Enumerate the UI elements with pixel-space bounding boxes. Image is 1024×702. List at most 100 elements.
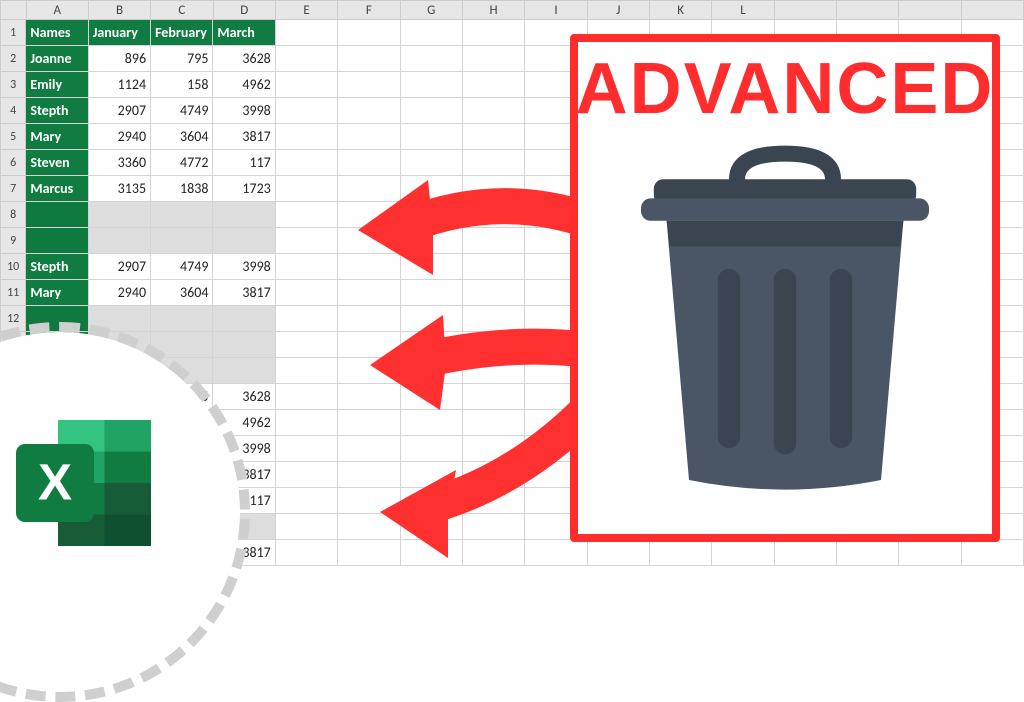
cell[interactable]: 3604 bbox=[151, 124, 213, 150]
cell[interactable] bbox=[338, 332, 400, 358]
row-number[interactable]: 8 bbox=[0, 202, 26, 228]
select-all-corner[interactable] bbox=[0, 0, 27, 20]
cell[interactable] bbox=[401, 228, 463, 254]
cell[interactable] bbox=[338, 72, 400, 98]
cell[interactable]: 3628 bbox=[213, 46, 275, 72]
cell[interactable] bbox=[401, 176, 463, 202]
cell[interactable] bbox=[89, 202, 151, 228]
cell[interactable] bbox=[463, 332, 525, 358]
cell[interactable]: February bbox=[151, 20, 213, 46]
cell[interactable] bbox=[401, 280, 463, 306]
cell[interactable] bbox=[276, 280, 338, 306]
row-number[interactable]: 4 bbox=[0, 98, 26, 124]
cell[interactable]: Names bbox=[26, 20, 88, 46]
cell[interactable] bbox=[525, 540, 587, 566]
cell[interactable] bbox=[463, 306, 525, 332]
column-header[interactable]: C bbox=[151, 0, 213, 20]
cell[interactable]: Stepth bbox=[26, 254, 88, 280]
column-header[interactable] bbox=[837, 0, 899, 20]
cell[interactable] bbox=[401, 150, 463, 176]
cell[interactable] bbox=[276, 358, 338, 384]
cell[interactable] bbox=[401, 540, 463, 566]
cell[interactable] bbox=[151, 306, 213, 332]
cell[interactable]: 2907 bbox=[89, 254, 151, 280]
cell[interactable] bbox=[463, 150, 525, 176]
cell[interactable] bbox=[463, 176, 525, 202]
cell[interactable] bbox=[276, 488, 338, 514]
cell[interactable] bbox=[463, 20, 525, 46]
cell[interactable] bbox=[338, 280, 400, 306]
cell[interactable] bbox=[401, 202, 463, 228]
cell[interactable] bbox=[213, 202, 275, 228]
cell[interactable]: 3998 bbox=[213, 98, 275, 124]
cell[interactable]: 3360 bbox=[89, 150, 151, 176]
cell[interactable] bbox=[463, 514, 525, 540]
cell[interactable] bbox=[962, 540, 1024, 566]
cell[interactable] bbox=[463, 358, 525, 384]
cell[interactable] bbox=[276, 150, 338, 176]
cell[interactable]: January bbox=[89, 20, 151, 46]
cell[interactable] bbox=[463, 384, 525, 410]
cell[interactable] bbox=[401, 488, 463, 514]
cell[interactable] bbox=[276, 306, 338, 332]
cell[interactable] bbox=[401, 124, 463, 150]
cell[interactable] bbox=[401, 462, 463, 488]
cell[interactable]: 896 bbox=[89, 46, 151, 72]
cell[interactable] bbox=[401, 20, 463, 46]
cell[interactable] bbox=[276, 202, 338, 228]
cell[interactable] bbox=[338, 514, 400, 540]
cell[interactable]: 4749 bbox=[151, 254, 213, 280]
cell[interactable] bbox=[338, 202, 400, 228]
cell[interactable] bbox=[276, 124, 338, 150]
cell[interactable] bbox=[463, 72, 525, 98]
column-header[interactable]: D bbox=[214, 0, 276, 20]
cell[interactable] bbox=[463, 46, 525, 72]
cell[interactable] bbox=[338, 254, 400, 280]
cell[interactable] bbox=[401, 436, 463, 462]
column-header[interactable] bbox=[899, 0, 961, 20]
cell[interactable] bbox=[338, 462, 400, 488]
cell[interactable] bbox=[338, 436, 400, 462]
cell[interactable] bbox=[338, 98, 400, 124]
cell[interactable] bbox=[401, 384, 463, 410]
cell[interactable] bbox=[401, 332, 463, 358]
cell[interactable] bbox=[276, 176, 338, 202]
cell[interactable]: Emily bbox=[26, 72, 88, 98]
cell[interactable] bbox=[463, 540, 525, 566]
cell[interactable]: 3628 bbox=[213, 384, 275, 410]
column-header[interactable]: G bbox=[401, 0, 463, 20]
cell[interactable] bbox=[338, 228, 400, 254]
cell[interactable]: 3817 bbox=[213, 280, 275, 306]
cell[interactable] bbox=[899, 540, 961, 566]
cell[interactable] bbox=[401, 358, 463, 384]
cell[interactable] bbox=[338, 20, 400, 46]
cell[interactable] bbox=[151, 202, 213, 228]
cell[interactable] bbox=[276, 254, 338, 280]
cell[interactable] bbox=[213, 332, 275, 358]
row-number[interactable]: 1 bbox=[0, 20, 26, 46]
row-number[interactable]: 5 bbox=[0, 124, 26, 150]
column-header[interactable]: A bbox=[27, 0, 89, 20]
cell[interactable] bbox=[213, 228, 275, 254]
cell[interactable] bbox=[276, 46, 338, 72]
cell[interactable] bbox=[401, 72, 463, 98]
cell[interactable] bbox=[463, 410, 525, 436]
cell[interactable] bbox=[401, 306, 463, 332]
column-header[interactable]: F bbox=[338, 0, 400, 20]
cell[interactable] bbox=[151, 228, 213, 254]
cell[interactable] bbox=[276, 72, 338, 98]
cell[interactable]: 795 bbox=[151, 46, 213, 72]
cell[interactable] bbox=[463, 228, 525, 254]
column-header[interactable]: L bbox=[712, 0, 774, 20]
cell[interactable] bbox=[463, 98, 525, 124]
column-header[interactable]: K bbox=[650, 0, 712, 20]
cell[interactable] bbox=[276, 462, 338, 488]
cell[interactable] bbox=[338, 124, 400, 150]
row-number[interactable]: 9 bbox=[0, 228, 26, 254]
cell[interactable] bbox=[463, 462, 525, 488]
cell[interactable] bbox=[401, 410, 463, 436]
cell[interactable] bbox=[463, 280, 525, 306]
row-number[interactable]: 6 bbox=[0, 150, 26, 176]
cell[interactable] bbox=[276, 514, 338, 540]
cell[interactable]: Steven bbox=[26, 150, 88, 176]
